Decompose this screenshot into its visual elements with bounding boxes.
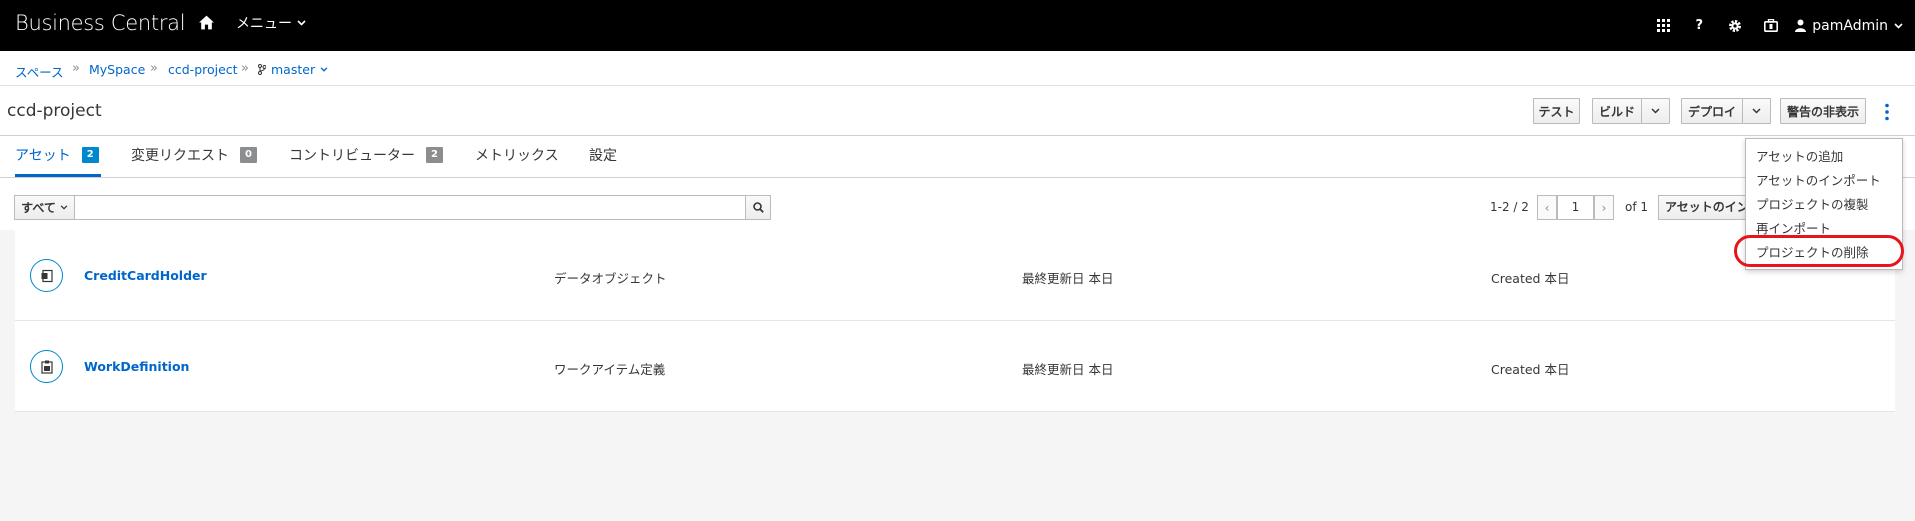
count-badge: 0: [240, 147, 257, 163]
asset-list: CreditCardHolder データオブジェクト 最終更新日 本日 Crea…: [15, 230, 1895, 412]
page-count: of 1: [1625, 200, 1649, 214]
hide-alerts-button[interactable]: 警告の非表示: [1780, 98, 1866, 124]
build-button[interactable]: ビルド: [1592, 98, 1642, 124]
active-tab-indicator: [15, 174, 101, 177]
tab-assets[interactable]: アセット 2: [15, 145, 99, 165]
chevron-down-icon: [60, 205, 68, 210]
chevron-down-icon: [320, 67, 328, 72]
data-object-icon: [30, 259, 63, 292]
filter-label: すべて: [21, 201, 56, 215]
asset-filter-select[interactable]: すべて: [14, 195, 75, 220]
menu-item-import-asset[interactable]: アセットのインポート: [1756, 170, 1881, 189]
tab-metrics[interactable]: メトリックス: [475, 145, 559, 165]
tab-settings[interactable]: 設定: [589, 145, 617, 165]
next-page-button[interactable]: ›: [1594, 195, 1614, 220]
main-menu-button[interactable]: メニュー: [236, 13, 306, 33]
chevron-down-icon: [1752, 108, 1761, 114]
tab-label: コントリビューター: [289, 148, 415, 164]
home-icon[interactable]: [198, 14, 215, 31]
kebab-menu-icon[interactable]: [1880, 102, 1894, 122]
work-item-icon: [30, 350, 63, 383]
list-item[interactable]: WorkDefinition ワークアイテム定義 最終更新日 本日 Create…: [15, 321, 1895, 412]
breadcrumb-project[interactable]: ccd-project: [168, 62, 238, 77]
deploy-button[interactable]: デプロイ: [1681, 98, 1743, 124]
count-badge: 2: [81, 147, 99, 163]
chevron-down-icon: [1894, 22, 1903, 29]
asset-type: データオブジェクト: [554, 271, 667, 286]
main-menu-label: メニュー: [236, 16, 292, 32]
test-button[interactable]: テスト: [1533, 98, 1580, 124]
asset-toolbar: すべて 1-2 / 2 ‹ 1 › of 1 アセットのインポート: [0, 178, 1915, 230]
menu-item-add-asset[interactable]: アセットの追加: [1756, 146, 1843, 165]
breadcrumb: スペース » MySpace » ccd-project » master: [0, 51, 1915, 86]
page-title: ccd-project: [7, 101, 102, 121]
tab-label: アセット: [15, 148, 71, 164]
import-asset-button[interactable]: アセットのインポート: [1658, 195, 1748, 220]
breadcrumb-separator: »: [150, 61, 158, 76]
asset-last-modified: 最終更新日 本日: [1022, 362, 1114, 377]
help-icon[interactable]: ?: [1681, 0, 1717, 51]
breadcrumb-separator: »: [72, 61, 80, 76]
tab-contributors[interactable]: コントリビューター 2: [289, 145, 443, 165]
tab-change-requests[interactable]: 変更リクエスト 0: [131, 145, 257, 165]
asset-name-link[interactable]: WorkDefinition: [84, 359, 189, 374]
chevron-down-icon: [297, 20, 306, 26]
user-menu[interactable]: pamAdmin: [1789, 0, 1915, 51]
menu-item-duplicate-project[interactable]: プロジェクトの複製: [1756, 194, 1869, 213]
asset-last-modified: 最終更新日 本日: [1022, 271, 1114, 286]
branch-name: master: [271, 62, 316, 77]
asset-name-link[interactable]: CreditCardHolder: [84, 268, 207, 283]
highlight-annotation: [1734, 235, 1904, 267]
asset-created: Created 本日: [1491, 362, 1570, 377]
top-navbar: Business Central メニュー ? pamAdmin: [0, 0, 1915, 51]
breadcrumb-myspace[interactable]: MySpace: [89, 62, 145, 77]
pagination-range: 1-2 / 2: [1490, 200, 1529, 214]
branch-selector[interactable]: master: [258, 62, 328, 77]
prev-page-button[interactable]: ‹: [1537, 195, 1557, 220]
project-tabs: アセット 2 変更リクエスト 0 コントリビューター 2 メトリックス 設定: [0, 136, 1915, 178]
chevron-down-icon: [1651, 108, 1660, 114]
list-item[interactable]: CreditCardHolder データオブジェクト 最終更新日 本日 Crea…: [15, 230, 1895, 321]
build-dropdown-toggle[interactable]: [1641, 98, 1670, 124]
deploy-dropdown-toggle[interactable]: [1742, 98, 1771, 124]
count-badge: 2: [426, 147, 443, 163]
search-button[interactable]: [745, 195, 771, 220]
gear-icon[interactable]: [1717, 0, 1753, 51]
tasks-icon[interactable]: [1753, 0, 1789, 51]
branch-icon: [258, 64, 266, 75]
tab-label: 設定: [589, 148, 617, 164]
user-icon: [1795, 19, 1807, 32]
breadcrumb-separator: »: [241, 61, 249, 76]
asset-created: Created 本日: [1491, 271, 1570, 286]
apps-grid-icon[interactable]: [1645, 0, 1681, 51]
brand-logo[interactable]: Business Central: [15, 11, 186, 35]
asset-type: ワークアイテム定義: [554, 362, 666, 377]
page-number-input[interactable]: 1: [1557, 195, 1594, 220]
search-input[interactable]: [75, 195, 746, 220]
tab-label: 変更リクエスト: [131, 148, 229, 164]
tab-label: メトリックス: [475, 148, 559, 164]
breadcrumb-spaces[interactable]: スペース: [15, 62, 64, 81]
user-name: pamAdmin: [1812, 17, 1888, 34]
search-icon: [752, 202, 764, 213]
project-header: ccd-project テスト ビルド デプロイ 警告の非表示: [0, 86, 1915, 136]
